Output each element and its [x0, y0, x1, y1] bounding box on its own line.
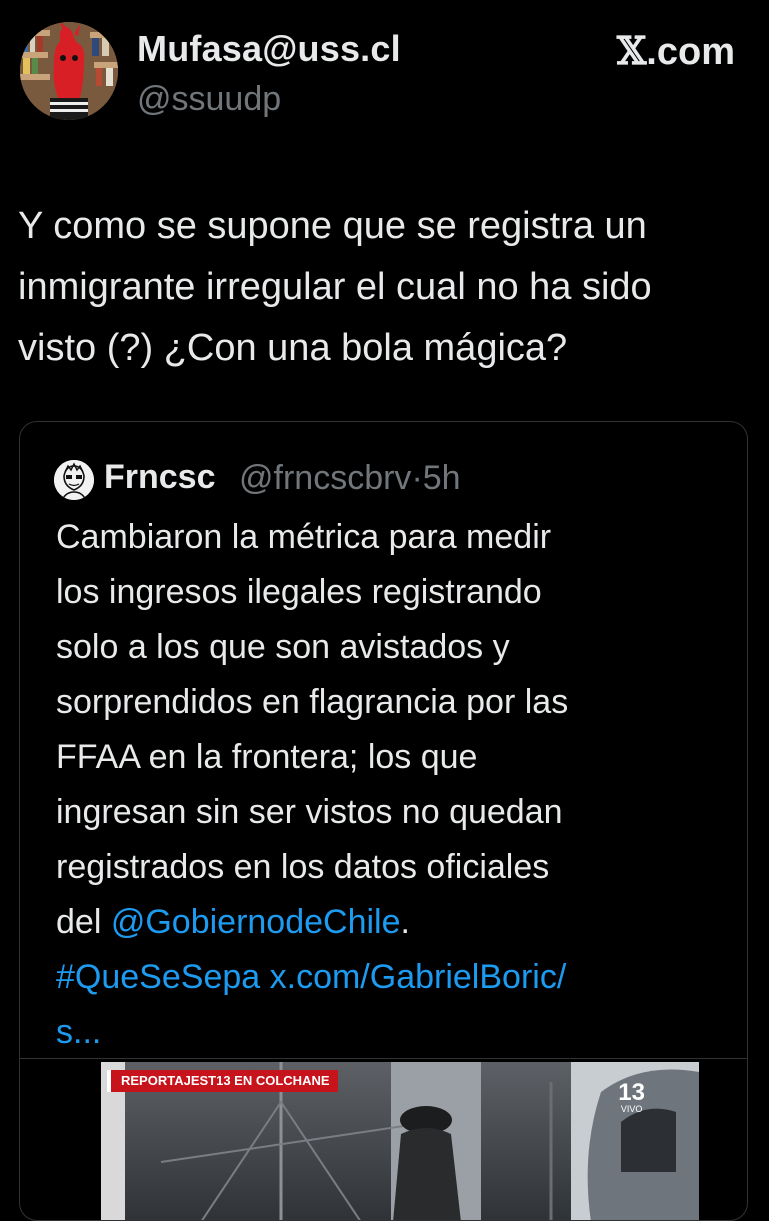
author-avatar[interactable] — [20, 22, 118, 120]
quoted-text-line: los ingresos ilegales registrando — [56, 573, 542, 611]
quoted-text-line: FFAA en la frontera; los que — [56, 738, 478, 776]
channel-logo: 13 VIVO — [618, 1079, 645, 1115]
profile-avatar-image — [20, 22, 118, 120]
quoted-text-line: solo a los que son avistados y — [56, 628, 510, 666]
mention-suffix: . — [400, 903, 410, 941]
url-link-continuation[interactable]: s... — [56, 1013, 101, 1051]
x-logo-icon: 𝕏.com — [616, 28, 735, 73]
meta-separator: · — [411, 459, 423, 497]
quoted-text-line: registrados en los datos oficiales — [56, 848, 550, 886]
quoted-timestamp[interactable]: 5h — [423, 459, 461, 497]
quoted-author-meta: @frncscbrv·5h — [239, 459, 461, 498]
quoted-tweet[interactable]: Frncsc @frncscbrv·5h Cambiaron la métric… — [19, 421, 748, 1221]
video-thumbnail[interactable]: REPORTAJEST13 EN COLCHANE 13 VIVO — [101, 1062, 699, 1220]
quoted-text-line: sorprendidos en flagrancia por las — [56, 683, 569, 721]
media-divider — [20, 1058, 747, 1059]
quoted-author-handle[interactable]: @frncscbrv — [239, 459, 411, 497]
mention-prefix: del — [56, 903, 111, 941]
author-display-name[interactable]: Mufasa@uss.cl — [137, 28, 401, 70]
news-lower-third: REPORTAJEST13 EN COLCHANE — [107, 1070, 338, 1092]
hashtag-link[interactable]: #QueSeSepa — [56, 958, 260, 996]
tweet-body: Y como se supone que se registra un inmig… — [18, 196, 753, 379]
tweet-text-line: Y como se supone que se registra un — [18, 205, 647, 247]
live-label: VIVO — [620, 1104, 643, 1114]
quoted-tweet-body: Cambiaron la métrica para medir los ingre… — [56, 510, 736, 1060]
tweet-header: Mufasa@uss.cl @ssuudp 𝕏.com — [0, 0, 769, 140]
author-handle[interactable]: @ssuudp — [137, 80, 281, 119]
quoted-avatar-image — [54, 460, 94, 500]
url-link[interactable]: x.com/GabrielBoric/ — [270, 958, 567, 996]
mention-link[interactable]: @GobiernodeChile — [111, 903, 401, 941]
quoted-text-line: Cambiaron la métrica para medir — [56, 518, 552, 556]
channel-number: 13 — [618, 1079, 645, 1106]
tweet-text-line: inmigrante irregular el cual no ha sido — [18, 266, 652, 308]
quoted-text-line: ingresan sin ser vistos no quedan — [56, 793, 563, 831]
quoted-author-name[interactable]: Frncsc — [104, 458, 216, 497]
tweet-text-line: visto (?) ¿Con una bola mágica? — [18, 327, 568, 369]
quoted-author-avatar[interactable] — [54, 460, 94, 500]
